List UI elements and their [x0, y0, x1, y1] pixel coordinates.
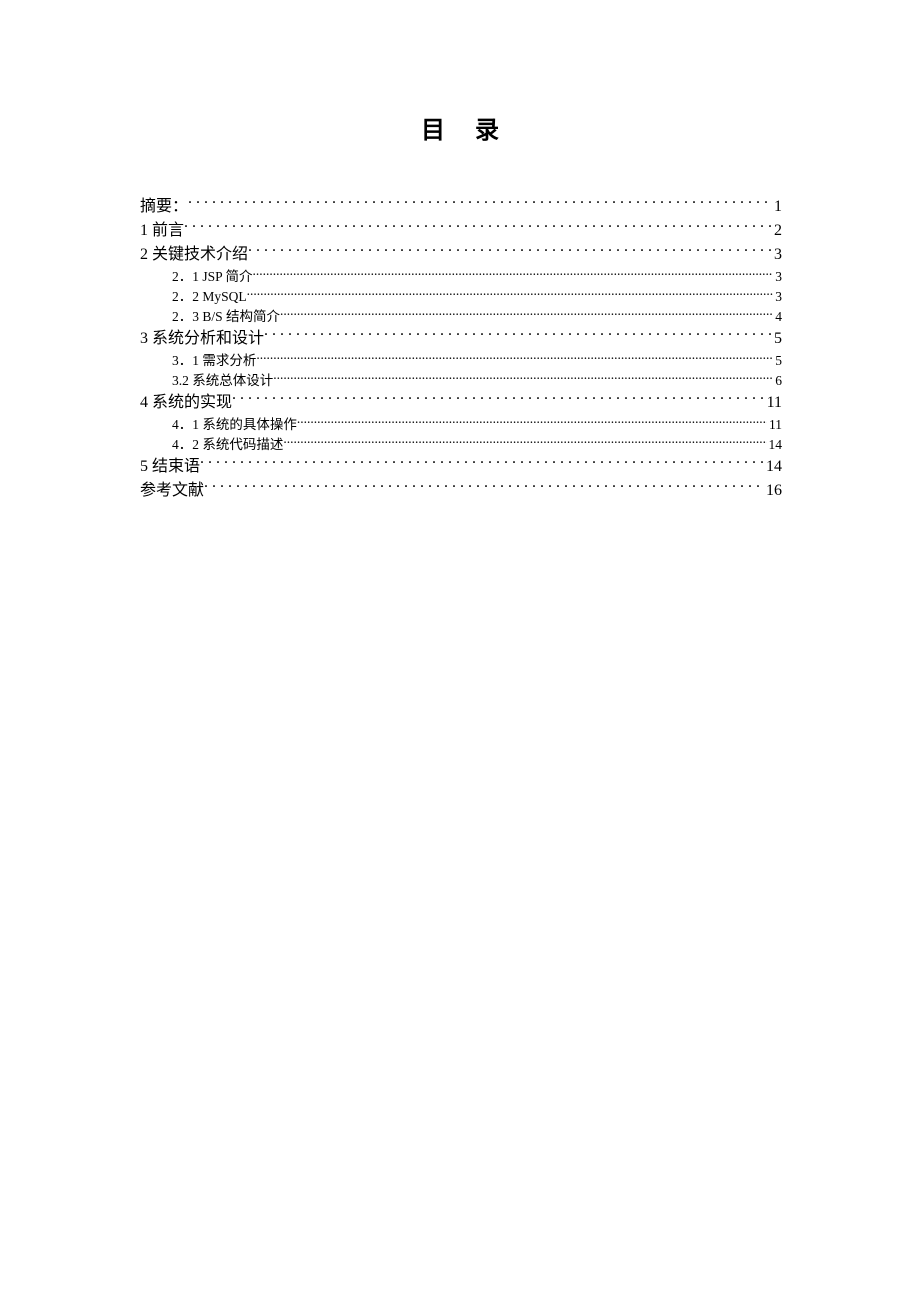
toc-entry-page: 2 — [772, 219, 782, 243]
toc-leader — [204, 479, 764, 495]
toc-entry-page: 14 — [764, 455, 782, 479]
toc-leader — [264, 327, 772, 343]
toc-entry-label: 1 前言 — [140, 219, 184, 243]
toc-entry-page: 1 — [772, 195, 782, 219]
toc-entry-page: 16 — [764, 479, 782, 503]
toc-leader — [184, 219, 772, 235]
toc-entry: 4 系统的实现 11 — [140, 391, 782, 415]
toc-entry-page: 6 — [773, 371, 782, 391]
toc-entry: 2 关键技术介绍 3 — [140, 243, 782, 267]
toc-entry: 4．1 系统的具体操作 11 — [172, 415, 782, 435]
toc-entry-page: 3 — [773, 267, 782, 287]
toc-leader — [253, 268, 774, 282]
toc-entry: 5 结束语 14 — [140, 455, 782, 479]
toc-entry-label: 3.2 系统总体设计 — [172, 371, 273, 391]
toc-entry-label: 2 关键技术介绍 — [140, 243, 248, 267]
toc-entry-label: 2．3 B/S 结构简介 — [172, 307, 280, 327]
toc-entry-label: 2．1 JSP 简介 — [172, 267, 253, 287]
toc-leader — [248, 243, 772, 259]
toc-entry-label: 4．2 系统代码描述 — [172, 435, 283, 455]
toc-entry-page: 11 — [767, 415, 782, 435]
toc-entry: 2．1 JSP 简介 3 — [172, 267, 782, 287]
toc-entry-page: 3 — [772, 243, 782, 267]
toc-entry-page: 5 — [772, 327, 782, 351]
toc-entry-page: 3 — [773, 287, 782, 307]
toc-leader — [280, 308, 773, 322]
toc-leader — [283, 436, 766, 450]
toc-entry-page: 11 — [765, 391, 782, 415]
toc-entry-label: 2．2 MySQL — [172, 287, 247, 307]
toc-entry-label: 5 结束语 — [140, 455, 200, 479]
toc-entry: 参考文献 16 — [140, 479, 782, 503]
toc-entry-page: 4 — [773, 307, 782, 327]
toc-container: 摘要：11 前言22 关键技术介绍32．1 JSP 简介32．2 MySQL32… — [140, 195, 782, 503]
toc-leader — [188, 195, 772, 211]
toc-leader — [200, 455, 764, 471]
toc-entry: 1 前言 2 — [140, 219, 782, 243]
toc-entry-label: 4 系统的实现 — [140, 391, 232, 415]
toc-leader — [273, 372, 773, 386]
toc-leader — [297, 416, 767, 430]
toc-entry-page: 5 — [773, 351, 782, 371]
toc-entry: 4．2 系统代码描述 14 — [172, 435, 782, 455]
toc-entry: 2．2 MySQL 3 — [172, 287, 782, 307]
toc-entry: 3．1 需求分析 5 — [172, 351, 782, 371]
toc-entry: 3 系统分析和设计 5 — [140, 327, 782, 351]
toc-entry-label: 参考文献 — [140, 479, 204, 503]
toc-leader — [232, 391, 765, 407]
toc-leader — [256, 352, 773, 366]
toc-entry: 摘要： 1 — [140, 195, 782, 219]
toc-entry: 2．3 B/S 结构简介 4 — [172, 307, 782, 327]
toc-entry-label: 4．1 系统的具体操作 — [172, 415, 297, 435]
toc-entry-label: 3．1 需求分析 — [172, 351, 256, 371]
toc-title: 目录 — [0, 110, 920, 145]
toc-entry-label: 3 系统分析和设计 — [140, 327, 264, 351]
toc-entry-label: 摘要： — [140, 195, 188, 219]
toc-leader — [247, 288, 774, 302]
toc-entry: 3.2 系统总体设计 6 — [172, 371, 782, 391]
toc-entry-page: 14 — [767, 435, 783, 455]
